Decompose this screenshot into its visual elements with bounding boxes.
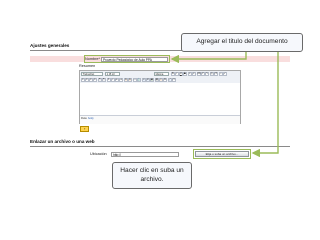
title-arrow [170,52,247,64]
callout-connectors [170,52,279,158]
upload-arrow [251,52,279,158]
